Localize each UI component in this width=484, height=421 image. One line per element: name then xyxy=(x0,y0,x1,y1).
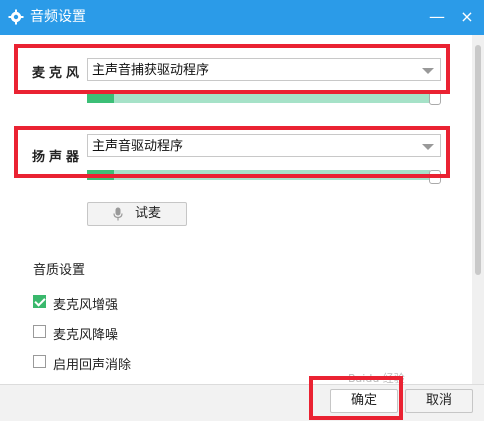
test-mic-button[interactable]: 试麦 xyxy=(87,202,187,226)
highlight-box-speaker xyxy=(14,126,450,178)
cancel-button[interactable]: 取消 xyxy=(405,389,473,413)
checkbox-label-mic-enhance: 麦克风增强 xyxy=(53,298,119,313)
highlight-box-microphone xyxy=(14,44,450,94)
test-mic-label: 试麦 xyxy=(135,206,162,221)
checkbox-echo-cancel[interactable] xyxy=(33,355,46,368)
microphone-level-fill xyxy=(87,93,115,103)
highlight-box-ok xyxy=(309,376,403,420)
quality-settings-title: 音质设置 xyxy=(33,263,86,278)
title-bar: 音频设置 — × xyxy=(0,0,484,35)
checkbox-mic-enhance[interactable] xyxy=(33,295,46,308)
window-title: 音频设置 xyxy=(30,9,86,25)
microphone-icon xyxy=(113,207,123,221)
checkbox-label-echo-cancel: 启用回声消除 xyxy=(53,358,132,373)
close-button[interactable]: × xyxy=(456,6,478,28)
scrollbar-thumb[interactable] xyxy=(475,45,481,275)
checkbox-label-mic-denoise: 麦克风降噪 xyxy=(53,328,119,343)
checkbox-mic-denoise[interactable] xyxy=(33,325,46,338)
vertical-scrollbar[interactable] xyxy=(472,35,484,390)
gear-icon xyxy=(8,9,24,25)
minimize-button[interactable]: — xyxy=(426,6,448,28)
microphone-level-meter xyxy=(87,93,430,103)
